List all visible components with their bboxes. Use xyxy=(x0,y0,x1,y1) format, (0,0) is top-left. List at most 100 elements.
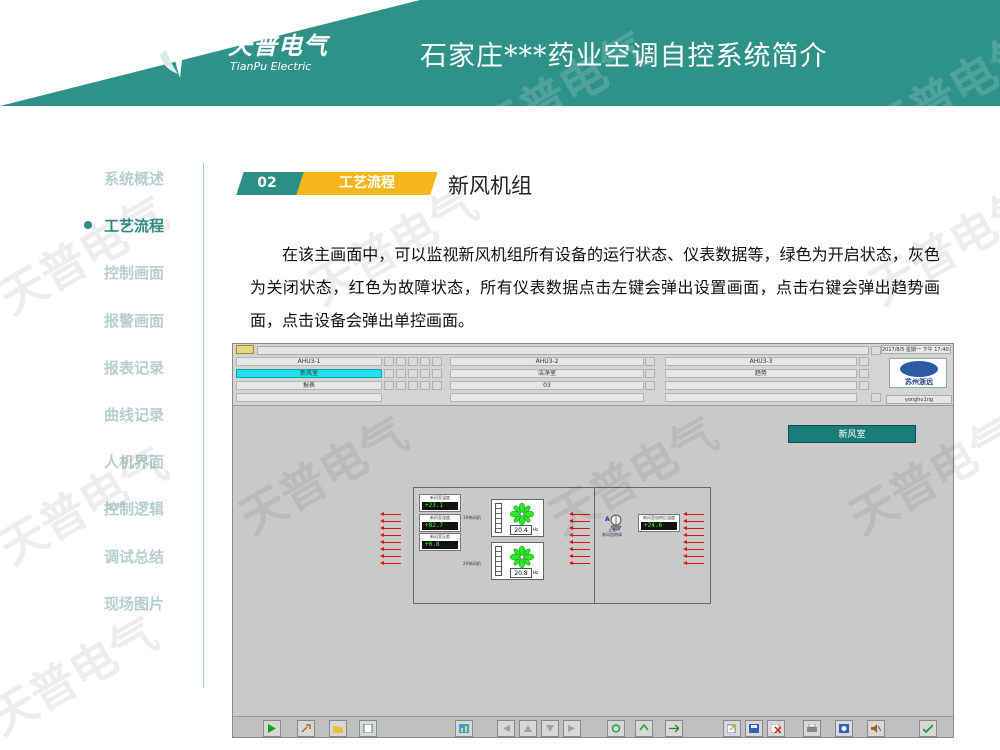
scada-mini-cell[interactable] xyxy=(396,357,406,366)
outlet-arrows xyxy=(683,511,707,567)
help-button[interactable] xyxy=(835,720,853,737)
scada-mini-cell[interactable] xyxy=(645,369,655,378)
tool-button[interactable] xyxy=(297,720,315,737)
tab-03[interactable]: 03 xyxy=(450,381,644,390)
tab-fresh-air-room[interactable]: 新风室 xyxy=(236,369,382,378)
airflow-arrow-icon xyxy=(683,525,707,532)
scada-mini-cell[interactable] xyxy=(432,357,442,366)
scada-mini-cell[interactable] xyxy=(420,381,430,390)
chart-button[interactable] xyxy=(455,720,473,737)
nav-item-overview[interactable]: 系统概述 xyxy=(104,168,164,189)
tab-blank-2[interactable] xyxy=(450,393,644,402)
airflow-arrow-icon xyxy=(380,546,404,553)
fresh-air-room-button[interactable]: 新风室 xyxy=(788,425,916,443)
scada-mini-cell[interactable] xyxy=(384,357,394,366)
print-button[interactable] xyxy=(803,720,821,737)
save-button[interactable] xyxy=(745,720,763,737)
sensor-label: 新风室压差 xyxy=(430,534,450,539)
folder-icon[interactable] xyxy=(236,345,254,354)
sensor-fresh-air-humidity[interactable]: 新风室湿度 +82.7 xyxy=(419,514,461,532)
airflow-arrow-icon xyxy=(569,553,593,560)
scada-mini-cell[interactable] xyxy=(645,357,655,366)
folder-button[interactable] xyxy=(329,720,347,737)
airflow-arrow-icon xyxy=(380,560,404,567)
nav-item-hmi[interactable]: 人机界面 xyxy=(104,451,164,472)
nav-item-alarm-screens[interactable]: 报警画面 xyxy=(104,310,164,331)
scada-mini-cell[interactable] xyxy=(432,381,442,390)
tab-empty[interactable] xyxy=(665,381,857,390)
scada-mini-cell[interactable] xyxy=(859,357,869,366)
transfer-button[interactable] xyxy=(665,720,683,737)
nav-item-curves[interactable]: 曲线记录 xyxy=(104,404,164,425)
tab-blank-3[interactable] xyxy=(665,393,857,402)
tab-report[interactable]: 报表 xyxy=(236,381,382,390)
nav-item-commissioning[interactable]: 调试总结 xyxy=(104,546,164,567)
scada-mini-cell[interactable] xyxy=(871,393,881,402)
scada-mini-cell[interactable] xyxy=(408,381,418,390)
nav-item-control-screens[interactable]: 控制画面 xyxy=(104,262,164,283)
airflow-arrow-icon xyxy=(683,539,707,546)
sound-button[interactable] xyxy=(867,720,885,737)
nav-item-reports[interactable]: 报表记录 xyxy=(104,357,164,378)
scada-mini-cell[interactable] xyxy=(420,357,430,366)
fan-1[interactable]: 20.4 Hz xyxy=(491,499,544,537)
sensor-fresh-air-pressure[interactable]: 新风室压差 +0.8 xyxy=(419,533,461,551)
edit-button[interactable] xyxy=(723,720,741,737)
fan-frequency[interactable]: 20.4 xyxy=(510,525,532,535)
page-title: 石家庄***药业空调自控系统简介 xyxy=(420,41,828,72)
tianpu-logo-icon xyxy=(156,28,210,78)
airflow-arrow-icon xyxy=(380,525,404,532)
chart-icon xyxy=(459,724,469,733)
scada-mini-cell[interactable] xyxy=(432,369,442,378)
nav-divider xyxy=(203,163,204,688)
nav-left-button[interactable] xyxy=(497,720,515,737)
nav-down-button[interactable] xyxy=(541,720,559,737)
fan-2[interactable]: 20.8 Hz xyxy=(491,542,544,580)
document-icon xyxy=(363,724,373,733)
confirm-button[interactable] xyxy=(919,720,937,737)
scada-mini-cell[interactable] xyxy=(645,381,655,390)
tab-ahu3-3[interactable]: AHU3-3 xyxy=(665,357,857,366)
airflow-arrow-icon xyxy=(380,553,404,560)
sensor-heated-air-temp[interactable]: 新风室加热后温度 +24.6 xyxy=(638,514,680,532)
scada-mini-cell[interactable] xyxy=(420,369,430,378)
sync-button[interactable] xyxy=(635,720,653,737)
scada-mini-cell[interactable] xyxy=(859,381,869,390)
tab-ahu3-2[interactable]: AHU3-2 xyxy=(450,357,644,366)
scada-datetime: 2017/8/5 星期一 下午 17:40:0 xyxy=(881,345,951,354)
tab-clean-room[interactable]: 洁净室 xyxy=(450,369,644,378)
tab-blank-1[interactable] xyxy=(236,393,382,402)
refresh-button[interactable] xyxy=(607,720,625,737)
folder-open-icon xyxy=(333,726,343,733)
scada-mini-cell[interactable] xyxy=(396,369,406,378)
sensor-label: 新风室温度 xyxy=(430,495,450,500)
scada-title-strip xyxy=(257,346,869,355)
document-button[interactable] xyxy=(359,720,377,737)
nav-item-control-logic[interactable]: 控制逻辑 xyxy=(104,498,164,519)
fan-frequency[interactable]: 20.8 xyxy=(510,568,532,578)
tab-ahu3-1[interactable]: AHU3-1 xyxy=(236,357,382,366)
airflow-arrow-icon xyxy=(569,525,593,532)
scada-mini-cell[interactable] xyxy=(384,369,394,378)
start-button[interactable] xyxy=(263,720,281,737)
airflow-arrow-icon xyxy=(683,546,707,553)
nav-right-button[interactable] xyxy=(563,720,581,737)
airflow-arrow-icon xyxy=(569,546,593,553)
sensor-value: +82.7 xyxy=(422,522,458,530)
nav-item-site-photos[interactable]: 现场图片 xyxy=(104,593,164,614)
airflow-arrow-icon xyxy=(380,511,404,518)
sensor-fresh-air-temp[interactable]: 新风室温度 +23.1 xyxy=(419,494,461,512)
scada-mini-cell[interactable] xyxy=(384,381,394,390)
tab-trend[interactable]: 趋势 xyxy=(665,369,857,378)
play-icon xyxy=(268,724,276,733)
nav-up-button[interactable] xyxy=(519,720,537,737)
scada-mini-cell[interactable] xyxy=(396,381,406,390)
delete-button[interactable] xyxy=(767,720,785,737)
scada-mini-cell[interactable] xyxy=(408,369,418,378)
arrow-right-icon xyxy=(568,725,575,732)
scada-corner-icon[interactable] xyxy=(871,346,881,355)
scada-mini-cell[interactable] xyxy=(408,357,418,366)
watermark: 天普电气 xyxy=(0,186,177,325)
scada-mini-cell[interactable] xyxy=(859,369,869,378)
nav-item-process-flow[interactable]: 工艺流程 xyxy=(104,215,164,236)
